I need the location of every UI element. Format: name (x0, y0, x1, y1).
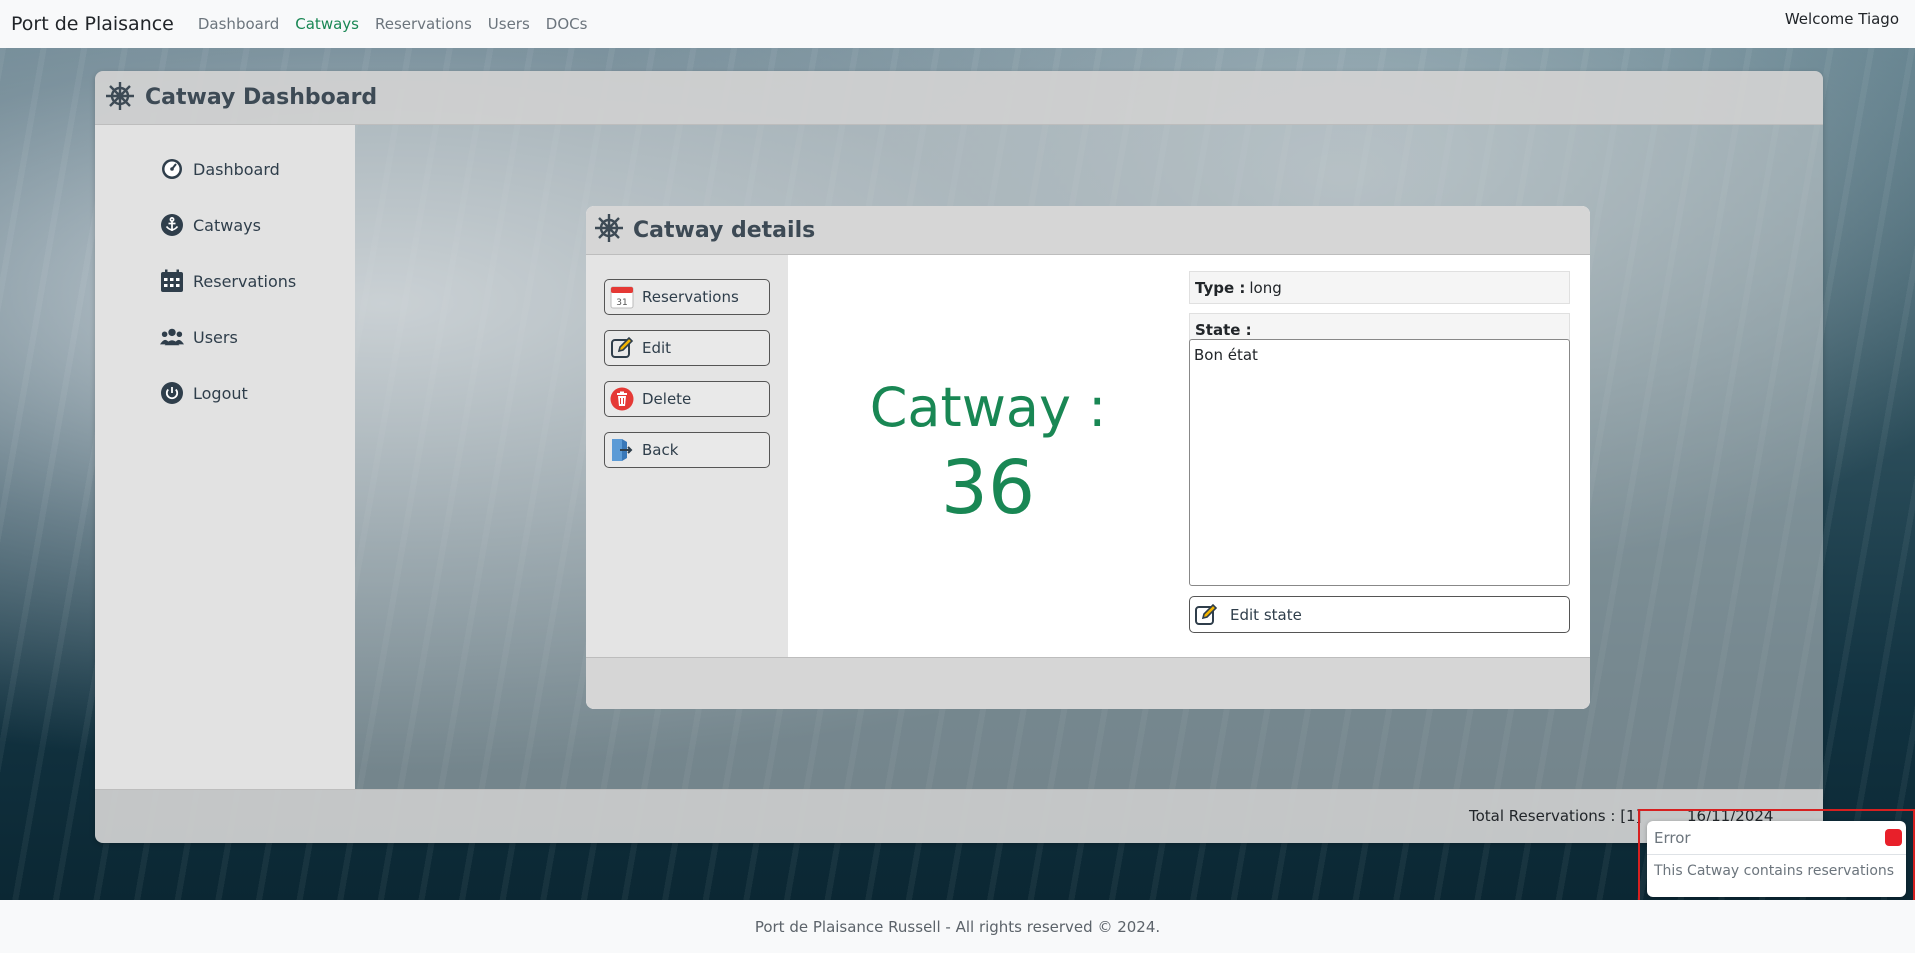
sidebar-item-label: Users (193, 327, 238, 347)
details-title: Catway details (633, 217, 816, 243)
catway-info-panel: Type : long State : Bon état Edit state (1188, 255, 1590, 657)
nav-links: Dashboard Catways Reservations Users DOC… (198, 15, 604, 33)
sidebar-item-catways[interactable]: Catways (95, 197, 355, 253)
type-value: long (1249, 278, 1282, 297)
nav-link-docs[interactable]: DOCs (546, 15, 588, 33)
dashboard-header: Catway Dashboard (95, 71, 1823, 125)
catway-number-panel: Catway : 36 (788, 255, 1188, 657)
welcome-text: Welcome Tiago (1784, 10, 1899, 28)
power-icon (160, 381, 184, 405)
details-header: Catway details (586, 206, 1590, 255)
back-button[interactable]: Back (604, 432, 770, 468)
reservations-button-label: Reservations (642, 288, 739, 306)
dashboard-gauge-icon (160, 157, 184, 181)
ship-wheel-icon (105, 81, 135, 115)
edit-icon (610, 336, 634, 360)
catway-label: Catway : (869, 375, 1107, 439)
toast-title: Error (1654, 828, 1691, 847)
catway-details-card: Catway details 31 Reservations Edit Dele… (586, 206, 1590, 709)
type-label: Type : (1195, 278, 1246, 297)
dashboard-title: Catway Dashboard (145, 85, 378, 110)
error-indicator-icon[interactable] (1885, 829, 1902, 846)
edit-button-label: Edit (642, 339, 672, 357)
delete-button[interactable]: Delete (604, 381, 770, 417)
state-textarea[interactable]: Bon état (1189, 339, 1570, 586)
reservations-button[interactable]: 31 Reservations (604, 279, 770, 315)
navbar-brand[interactable]: Port de Plaisance (11, 13, 174, 35)
total-reservations: Total Reservations : [1] (1469, 807, 1642, 825)
calendar-31-icon: 31 (610, 285, 634, 309)
sidebar-item-logout[interactable]: Logout (95, 365, 355, 421)
dashboard-footer: Total Reservations : [1] 16/11/2024 (95, 789, 1823, 843)
exit-icon (610, 438, 634, 462)
edit-state-button[interactable]: Edit state (1189, 596, 1570, 633)
sidebar-item-label: Logout (193, 383, 248, 403)
sidebar-item-users[interactable]: Users (95, 309, 355, 365)
toast-header: Error (1647, 821, 1906, 855)
edit-icon (1194, 603, 1218, 627)
sidebar-item-reservations[interactable]: Reservations (95, 253, 355, 309)
sidebar: Dashboard Catways Reservations Users Log… (95, 125, 355, 789)
sidebar-item-dashboard[interactable]: Dashboard (95, 141, 355, 197)
top-navbar: Port de Plaisance Dashboard Catways Rese… (0, 0, 1915, 48)
nav-link-dashboard[interactable]: Dashboard (198, 15, 279, 33)
catway-number: 36 (940, 445, 1036, 532)
edit-button[interactable]: Edit (604, 330, 770, 366)
details-actions: 31 Reservations Edit Delete Back (586, 255, 788, 657)
state-label: State : (1195, 320, 1252, 339)
delete-button-label: Delete (642, 390, 692, 408)
svg-text:31: 31 (616, 298, 627, 308)
error-toast: Error This Catway contains reservations (1647, 821, 1906, 897)
sidebar-item-label: Catways (193, 215, 261, 235)
back-button-label: Back (642, 441, 679, 459)
users-icon (160, 325, 184, 349)
toast-message: This Catway contains reservations (1654, 863, 1895, 879)
nav-link-reservations[interactable]: Reservations (375, 15, 472, 33)
nav-link-users[interactable]: Users (488, 15, 530, 33)
sidebar-item-label: Dashboard (193, 159, 280, 179)
type-field: Type : long (1189, 271, 1570, 304)
calendar-icon (160, 269, 184, 293)
trash-icon (610, 387, 634, 411)
page-footer: Port de Plaisance Russell - All rights r… (0, 900, 1915, 953)
ship-wheel-icon (594, 213, 624, 247)
nav-link-catways[interactable]: Catways (295, 15, 359, 33)
sidebar-item-label: Reservations (193, 271, 297, 291)
details-footer (586, 657, 1590, 709)
edit-state-label: Edit state (1230, 605, 1302, 624)
anchor-icon (160, 213, 184, 237)
copyright-text: Port de Plaisance Russell - All rights r… (754, 917, 1161, 936)
